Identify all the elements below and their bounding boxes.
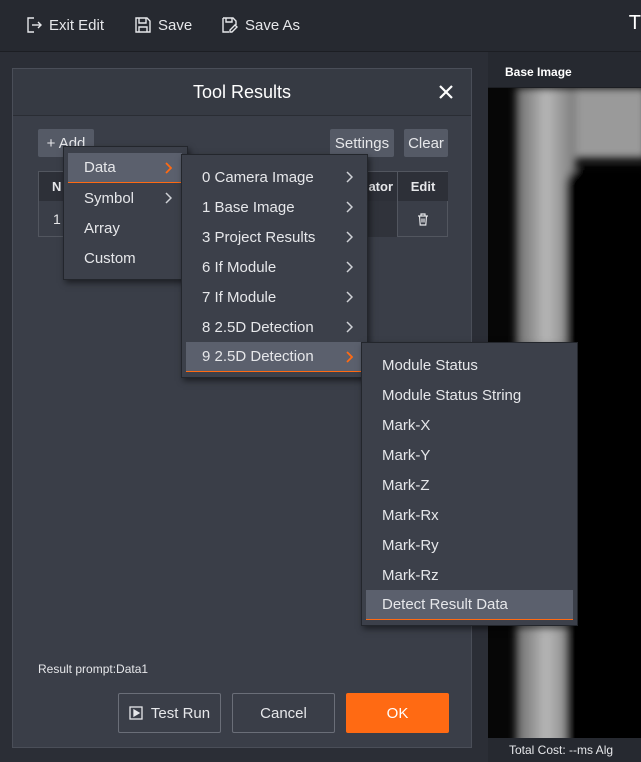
- menu-item-label: 0 Camera Image: [202, 168, 314, 186]
- cancel-button[interactable]: Cancel: [232, 693, 335, 733]
- menu-item-label: 7 If Module: [202, 288, 277, 306]
- menu-item-2-5d-detection-9[interactable]: 9 2.5D Detection: [186, 342, 363, 372]
- play-icon: [129, 706, 143, 720]
- chevron-right-icon: [346, 351, 353, 363]
- menu-item-array[interactable]: Array: [68, 213, 182, 243]
- menu-item-module-status-string[interactable]: Module Status String: [366, 380, 573, 410]
- clear-button[interactable]: Clear: [404, 129, 448, 157]
- dialog-title: Tool Results: [192, 82, 292, 102]
- menu-item-label: 8 2.5D Detection: [202, 318, 314, 336]
- menu-item-if-module-7[interactable]: 7 If Module: [186, 282, 363, 312]
- menu-item-label: Array: [84, 219, 120, 237]
- top-toolbar: Exit Edit Save Save As T: [0, 0, 641, 52]
- test-run-label: Test Run: [150, 704, 211, 722]
- column-header-edit: Edit: [397, 172, 448, 201]
- menu-item-label: Data: [84, 159, 116, 176]
- exit-edit-icon: [27, 17, 42, 33]
- menu-item-mark-ry[interactable]: Mark-Ry: [366, 530, 573, 560]
- menu-item-symbol[interactable]: Symbol: [68, 183, 182, 213]
- chevron-right-icon: [165, 192, 172, 204]
- menu-item-mark-z[interactable]: Mark-Z: [366, 470, 573, 500]
- menu-item-label: 9 2.5D Detection: [202, 348, 314, 365]
- menu-item-mark-y[interactable]: Mark-Y: [366, 440, 573, 470]
- settings-button[interactable]: Settings: [330, 129, 394, 157]
- menu-item-mark-x[interactable]: Mark-X: [366, 410, 573, 440]
- chevron-right-icon: [346, 261, 353, 273]
- exit-edit-button[interactable]: Exit Edit: [25, 13, 104, 37]
- menu-item-label: 3 Project Results: [202, 228, 316, 246]
- chevron-right-icon: [165, 162, 172, 174]
- save-label: Save: [158, 16, 193, 34]
- save-as-label: Save As: [245, 16, 301, 34]
- save-icon: [135, 17, 151, 33]
- result-prompt: Result prompt:Data1: [38, 662, 149, 676]
- chevron-right-icon: [346, 321, 353, 333]
- window-title: T: [628, 12, 641, 34]
- test-run-button[interactable]: Test Run: [118, 693, 221, 733]
- menu-item-label: Symbol: [84, 189, 135, 207]
- dialog-header: Tool Results: [13, 69, 471, 116]
- detection-submenu: Module Status Module Status String Mark-…: [361, 342, 578, 626]
- menu-item-mark-rz[interactable]: Mark-Rz: [366, 560, 573, 590]
- chevron-right-icon: [346, 201, 353, 213]
- menu-item-project-results[interactable]: 3 Project Results: [186, 222, 363, 252]
- add-menu: Data Symbol Array Custom: [63, 146, 188, 280]
- chevron-right-icon: [346, 291, 353, 303]
- menu-item-detect-result-data[interactable]: Detect Result Data: [366, 590, 573, 620]
- chevron-right-icon: [346, 231, 353, 243]
- menu-item-base-image[interactable]: 1 Base Image: [186, 192, 363, 222]
- menu-item-module-status[interactable]: Module Status: [366, 350, 573, 380]
- image-panel-header: Base Image: [488, 52, 641, 88]
- data-submenu: 0 Camera Image 1 Base Image 3 Project Re…: [181, 154, 368, 378]
- exit-edit-label: Exit Edit: [49, 16, 105, 34]
- menu-item-custom[interactable]: Custom: [68, 243, 182, 273]
- ok-button[interactable]: OK: [346, 693, 449, 733]
- save-as-button[interactable]: Save As: [221, 13, 300, 37]
- save-button[interactable]: Save: [134, 13, 192, 37]
- close-icon[interactable]: [437, 83, 455, 101]
- menu-item-label: 1 Base Image: [202, 198, 295, 216]
- menu-item-label: 6 If Module: [202, 258, 277, 276]
- menu-item-if-module-6[interactable]: 6 If Module: [186, 252, 363, 282]
- status-bar: Total Cost: --ms Alg: [488, 738, 641, 762]
- menu-item-2-5d-detection-8[interactable]: 8 2.5D Detection: [186, 312, 363, 342]
- menu-item-data[interactable]: Data: [68, 153, 182, 183]
- save-as-icon: [222, 17, 238, 33]
- menu-item-label: Custom: [84, 249, 136, 267]
- menu-item-mark-rx[interactable]: Mark-Rx: [366, 500, 573, 530]
- menu-item-camera-image[interactable]: 0 Camera Image: [186, 162, 363, 192]
- trash-icon: [418, 212, 428, 226]
- delete-row-button[interactable]: [397, 201, 448, 237]
- chevron-right-icon: [346, 171, 353, 183]
